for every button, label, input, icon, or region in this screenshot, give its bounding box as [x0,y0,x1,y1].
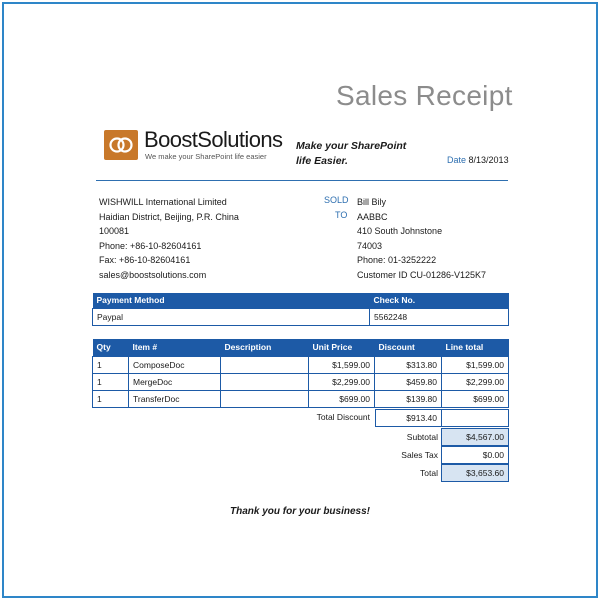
company-line: sales@boostsolutions.com [99,269,207,280]
customer-line: 74003 [357,240,383,251]
line-total-header: Line total [441,339,509,356]
customer-line: Customer ID CU-01286-V125K7 [357,269,487,280]
sales-tax-label: Sales Tax [401,450,438,460]
to-label: TO [335,210,348,220]
items-table: Qty Item # Description Unit Price Discou… [92,339,509,408]
receipt-title: Sales Receipt [336,80,513,111]
subtotal-label: Subtotal [406,432,438,442]
sales-tax-value: $0.00 [441,446,509,464]
customer-line: AABBC [357,211,388,222]
receipt-date: Date 8/13/2013 [447,155,509,165]
table-row: 1 MergeDoc $2,299.00 $459.80 $2,299.00 [92,372,509,391]
payment-table: Payment Method Check No. Paypal 5562248 [92,293,509,326]
discount-header: Discount [374,339,442,356]
date-value: 8/13/2013 [468,155,509,165]
table-row: 1 TransferDoc $699.00 $139.80 $699.00 [92,389,509,408]
company-line: Fax: +86-10-82604161 [99,255,191,265]
subtotal-value: $4,567.00 [441,428,509,446]
customer-address: Bill Bily AABBC 410 South Johnstone 7400… [357,195,486,282]
total-discount-spacer [441,409,509,427]
thank-you-note: Thank you for your business! [229,506,371,517]
company-line: Phone: +86-10-82604161 [99,240,202,251]
company-line: 100081 [99,226,130,236]
payment-method-cell: Paypal [92,307,370,326]
table-row: 1 ComposeDoc $1,599.00 $313.80 $1,599.00 [92,355,509,374]
check-no-header: Check No. [369,293,509,308]
header-divider [96,180,508,181]
description-header: Description [220,339,309,356]
total-value: $3,653.60 [441,464,509,482]
boostsolutions-logo-icon [104,130,138,160]
check-no-cell: 5562248 [369,307,509,326]
customer-line: 410 South Johnstone [357,226,443,236]
date-label: Date [447,155,467,165]
company-slogan: Make your SharePoint life Easier. [296,140,407,167]
sold-label: SOLD [324,195,349,205]
company-logo: BoostSolutions We make your SharePoint l… [104,127,284,164]
unit-price-header: Unit Price [308,339,375,356]
qty-header: Qty [92,339,129,356]
logo-name: BoostSolutions [144,127,283,152]
company-line: Haidian District, Beijing, P.R. China [99,211,239,222]
customer-line: Phone: 01-3252222 [357,255,437,265]
total-label: Total [420,468,438,478]
company-address: WISHWILL International Limited Haidian D… [99,195,239,282]
item-header: Item # [128,339,221,356]
company-line: WISHWILL International Limited [99,197,227,207]
logo-tagline: We make your SharePoint life easier [145,152,267,161]
payment-method-header: Payment Method [92,293,370,308]
total-discount-label: Total Discount [316,412,370,422]
total-discount-value: $913.40 [375,409,442,427]
customer-line: Bill Bily [357,197,387,207]
